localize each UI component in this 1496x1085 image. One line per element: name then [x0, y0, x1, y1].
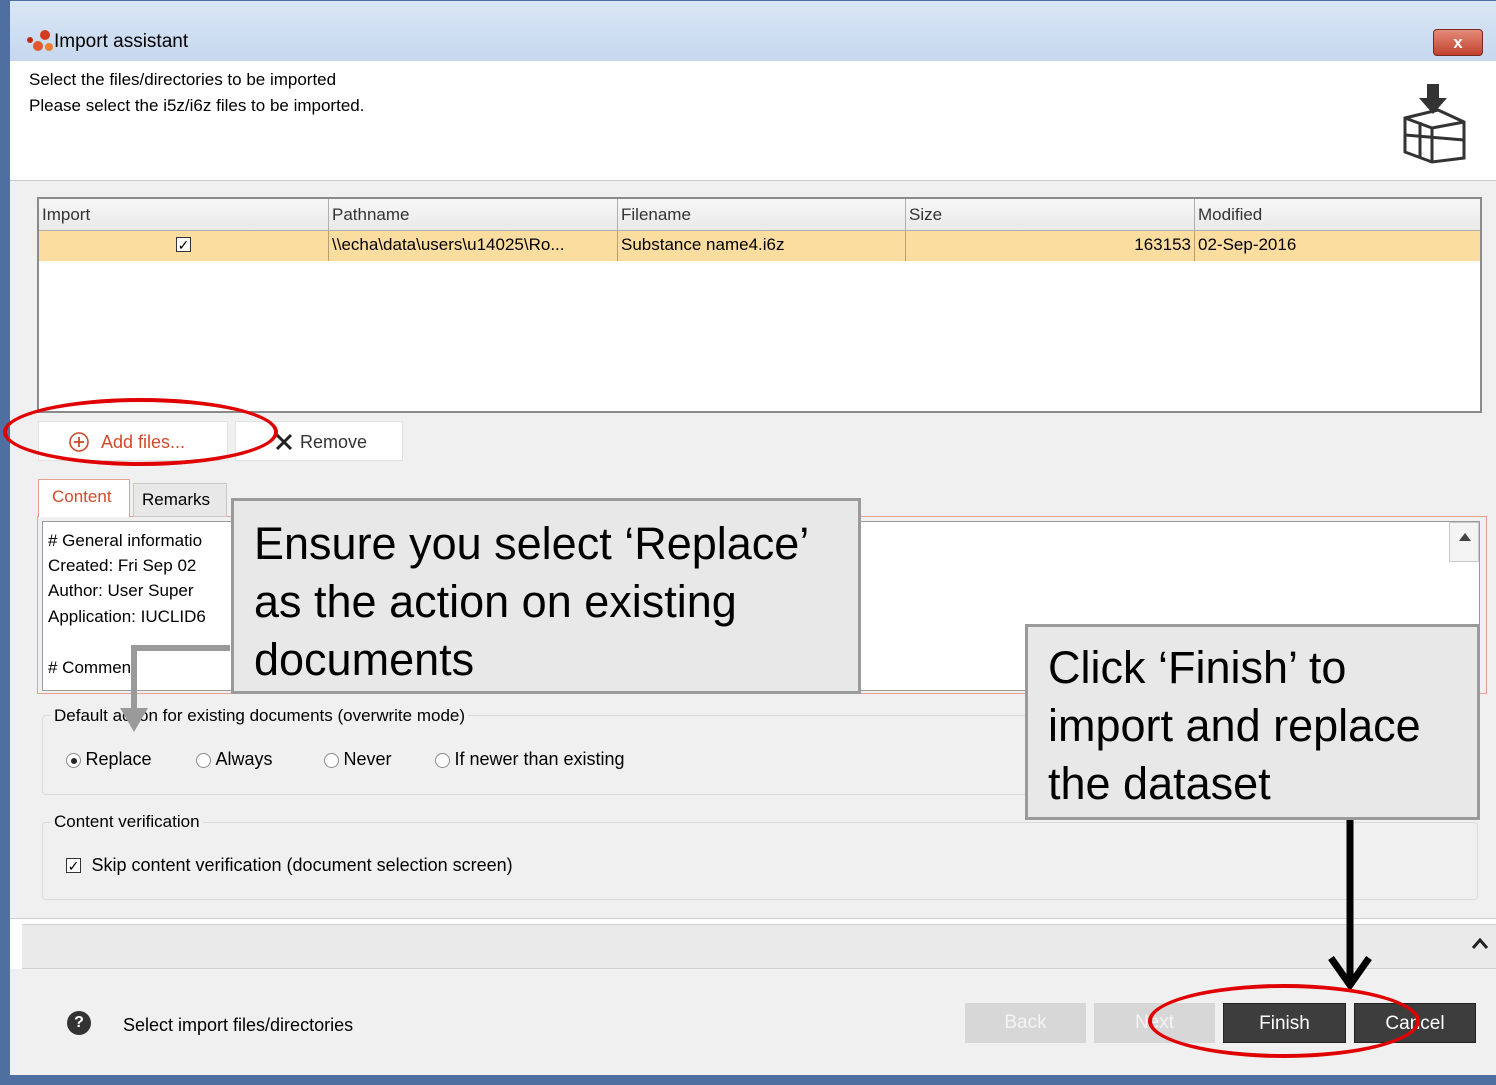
column-header-modified[interactable]: Modified: [1195, 199, 1480, 231]
column-header-import[interactable]: Import: [39, 199, 329, 231]
radio-replace-dot: [66, 753, 81, 769]
finish-instruction-callout: Click ‘Finish’ to import and replace the…: [1025, 624, 1480, 820]
radio-always-dot: [196, 753, 211, 769]
scroll-up-arrow-icon: [1459, 533, 1471, 541]
header-line-1: Select the files/directories to be impor…: [29, 70, 337, 89]
radio-never[interactable]: Never: [324, 749, 391, 770]
collapse-bar[interactable]: [22, 924, 1496, 969]
column-header-filename[interactable]: Filename: [618, 199, 906, 231]
import-box-icon: [1403, 84, 1466, 164]
content-line: Application: IUCLID6: [48, 607, 206, 626]
content-line: Author: User Super: [48, 581, 194, 600]
row-import-cell: ✓: [39, 231, 329, 261]
row-pathname-cell[interactable]: \\echa\data\users\u14025\Ro...: [329, 231, 618, 261]
close-button[interactable]: x: [1433, 29, 1483, 56]
back-button[interactable]: Back: [965, 1003, 1086, 1043]
close-icon: x: [1453, 33, 1463, 52]
radio-if-newer[interactable]: If newer than existing: [435, 749, 625, 770]
chevron-up-icon[interactable]: [1470, 935, 1490, 951]
callout-pointer-arrow: [120, 645, 230, 732]
app-logo-icon: [27, 30, 53, 51]
skip-verification-check: ✓: [66, 858, 81, 874]
row-size-cell[interactable]: 163153: [906, 231, 1195, 261]
column-header-size[interactable]: Size: [906, 199, 1195, 231]
radio-always[interactable]: Always: [196, 749, 272, 770]
status-text: Select import files/directories: [123, 1015, 354, 1035]
import-checkbox[interactable]: ✓: [176, 237, 191, 252]
scroll-up-button[interactable]: [1449, 522, 1479, 562]
row-filename-cell[interactable]: Substance name4.i6z: [618, 231, 906, 261]
tab-remarks[interactable]: Remarks: [133, 483, 227, 517]
bottom-separator: [10, 918, 1496, 919]
tab-content[interactable]: Content: [38, 479, 130, 517]
finish-pointer-arrow: [1328, 820, 1372, 992]
verification-legend: Content verification: [51, 812, 203, 832]
content-line: Created: Fri Sep 02: [48, 556, 197, 575]
remove-label: Remove: [300, 432, 368, 452]
content-line: # General informatio: [48, 531, 203, 550]
radio-never-dot: [324, 753, 339, 769]
help-icon[interactable]: ?: [67, 1011, 91, 1035]
radio-if-newer-dot: [435, 753, 450, 769]
finish-highlight: [1148, 984, 1420, 1058]
header-line-2: Please select the i5z/i6z files to be im…: [29, 96, 365, 115]
row-modified-cell[interactable]: 02-Sep-2016: [1195, 231, 1480, 261]
replace-instruction-callout: Ensure you select ‘Replace’ as the actio…: [231, 498, 861, 694]
column-header-pathname[interactable]: Pathname: [329, 199, 618, 231]
add-files-highlight: [3, 398, 278, 466]
title-bar: [10, 1, 1496, 61]
window-title: Import assistant: [54, 31, 189, 52]
skip-verification-checkbox[interactable]: ✓ Skip content verification (document se…: [66, 855, 513, 876]
import-file-table: Import Pathname Filename Size Modified ✓…: [37, 197, 1482, 413]
radio-replace[interactable]: Replace: [66, 749, 152, 770]
